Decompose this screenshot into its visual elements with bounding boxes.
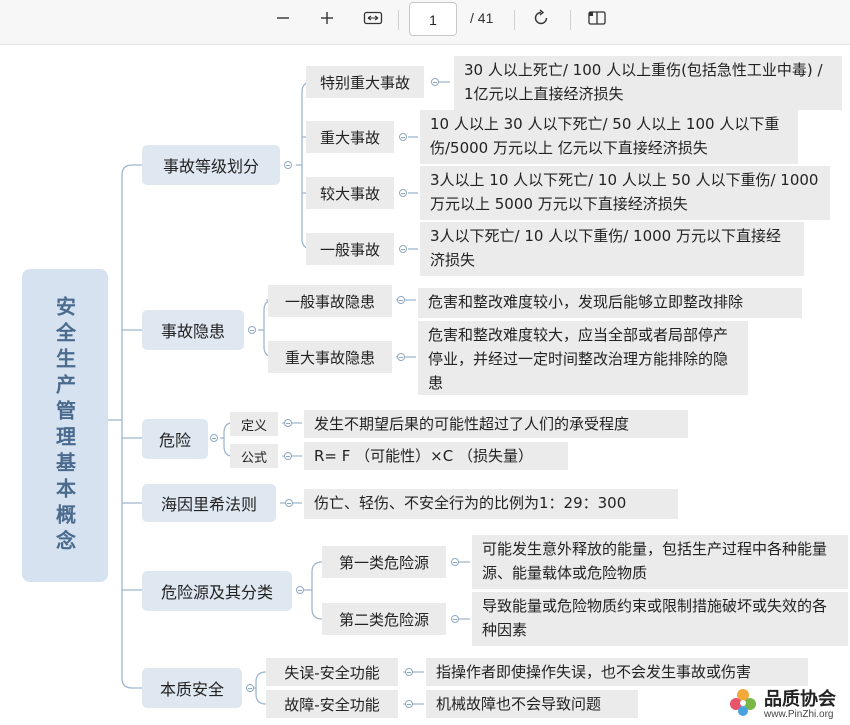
collapse-icon[interactable]	[399, 189, 407, 197]
collapse-icon[interactable]	[210, 434, 218, 442]
detail-error-safety: 指操作者即使操作失误，也不会发生事故或伤害	[426, 658, 808, 686]
detail-first-hazard: 可能发生意外释放的能量，包括生产过程中各种能量源、能量载体或危险物质	[472, 535, 848, 589]
collapse-icon[interactable]	[405, 700, 413, 708]
node-fault-safety[interactable]: 故障-安全功能	[266, 690, 398, 718]
collapse-icon[interactable]	[296, 586, 304, 594]
branch-accident-grading[interactable]: 事故等级划分	[142, 145, 280, 185]
detail-major-accident: 10 人以上 30 人以下死亡/ 50 人以上 100 人以下重伤/5000 万…	[420, 110, 798, 164]
branch-intrinsic-safety[interactable]: 本质安全	[142, 668, 242, 708]
collapse-icon[interactable]	[451, 615, 459, 623]
collapse-icon[interactable]	[431, 78, 439, 86]
root-node: 安全生产管理基本概念	[22, 269, 108, 582]
detail-definition: 发生不期望后果的可能性超过了人们的承受程度	[304, 410, 688, 438]
collapse-icon[interactable]	[246, 684, 254, 692]
node-error-safety[interactable]: 失误-安全功能	[266, 658, 398, 686]
node-general-hazard[interactable]: 一般事故隐患	[268, 285, 392, 317]
detail-larger-accident: 3人以上 10 人以下死亡/ 10 人以上 50 人以下重伤/ 1000 万元以…	[420, 166, 830, 220]
detail-general-hazard: 危害和整改难度较小，发现后能够立即整改排除	[418, 288, 802, 318]
collapse-icon[interactable]	[399, 245, 407, 253]
branch-heinrich-law[interactable]: 海因里希法则	[142, 484, 276, 522]
detail-second-hazard: 导致能量或危险物质约束或限制措施破坏或失效的各种因素	[472, 592, 848, 646]
collapse-icon[interactable]	[405, 668, 413, 676]
branch-hazard-sources[interactable]: 危险源及其分类	[142, 571, 292, 611]
watermark-logo: 品质协会 www.PinZhi.org	[724, 683, 850, 725]
collapse-icon[interactable]	[397, 296, 405, 304]
collapse-icon[interactable]	[451, 558, 459, 566]
flower-logo-icon	[728, 687, 758, 717]
node-formula[interactable]: 公式	[230, 444, 278, 468]
detail-formula: R= F （可能性）×C （损失量）	[304, 442, 568, 470]
node-larger-accident[interactable]: 较大事故	[306, 177, 394, 209]
collapse-icon[interactable]	[285, 499, 293, 507]
node-major-hazard[interactable]: 重大事故隐患	[268, 341, 392, 373]
detail-especially-major-accident: 30 人以上死亡/ 100 人以上重伤(包括急性工业中毒) /1亿元以上直接经济…	[454, 56, 842, 110]
watermark-url: www.PinZhi.org	[764, 709, 834, 720]
node-second-hazard[interactable]: 第二类危险源	[322, 603, 446, 635]
branch-danger[interactable]: 危险	[142, 419, 208, 459]
collapse-icon[interactable]	[399, 133, 407, 141]
collapse-icon[interactable]	[284, 419, 292, 427]
collapse-icon[interactable]	[397, 353, 405, 361]
detail-general-accident: 3人以下死亡/ 10 人以下重伤/ 1000 万元以下直接经济损失	[420, 222, 804, 276]
detail-fault-safety: 机械故障也不会导致问题	[426, 690, 638, 718]
node-first-hazard[interactable]: 第一类危险源	[322, 546, 446, 578]
collapse-icon[interactable]	[248, 326, 256, 334]
node-major-accident[interactable]: 重大事故	[306, 121, 394, 153]
collapse-icon[interactable]	[284, 452, 292, 460]
node-especially-major-accident[interactable]: 特别重大事故	[306, 66, 424, 98]
detail-heinrich-law: 伤亡、轻伤、不安全行为的比例为1：29：300	[304, 489, 678, 519]
node-definition[interactable]: 定义	[230, 412, 278, 436]
detail-major-hazard: 危害和整改难度较大，应当全部或者局部停产停业，并经过一定时间整改治理方能排除的隐…	[418, 321, 748, 395]
node-general-accident[interactable]: 一般事故	[306, 233, 394, 265]
collapse-icon[interactable]	[284, 161, 292, 169]
watermark-name: 品质协会	[764, 689, 836, 710]
branch-hidden-hazard[interactable]: 事故隐患	[142, 310, 244, 350]
